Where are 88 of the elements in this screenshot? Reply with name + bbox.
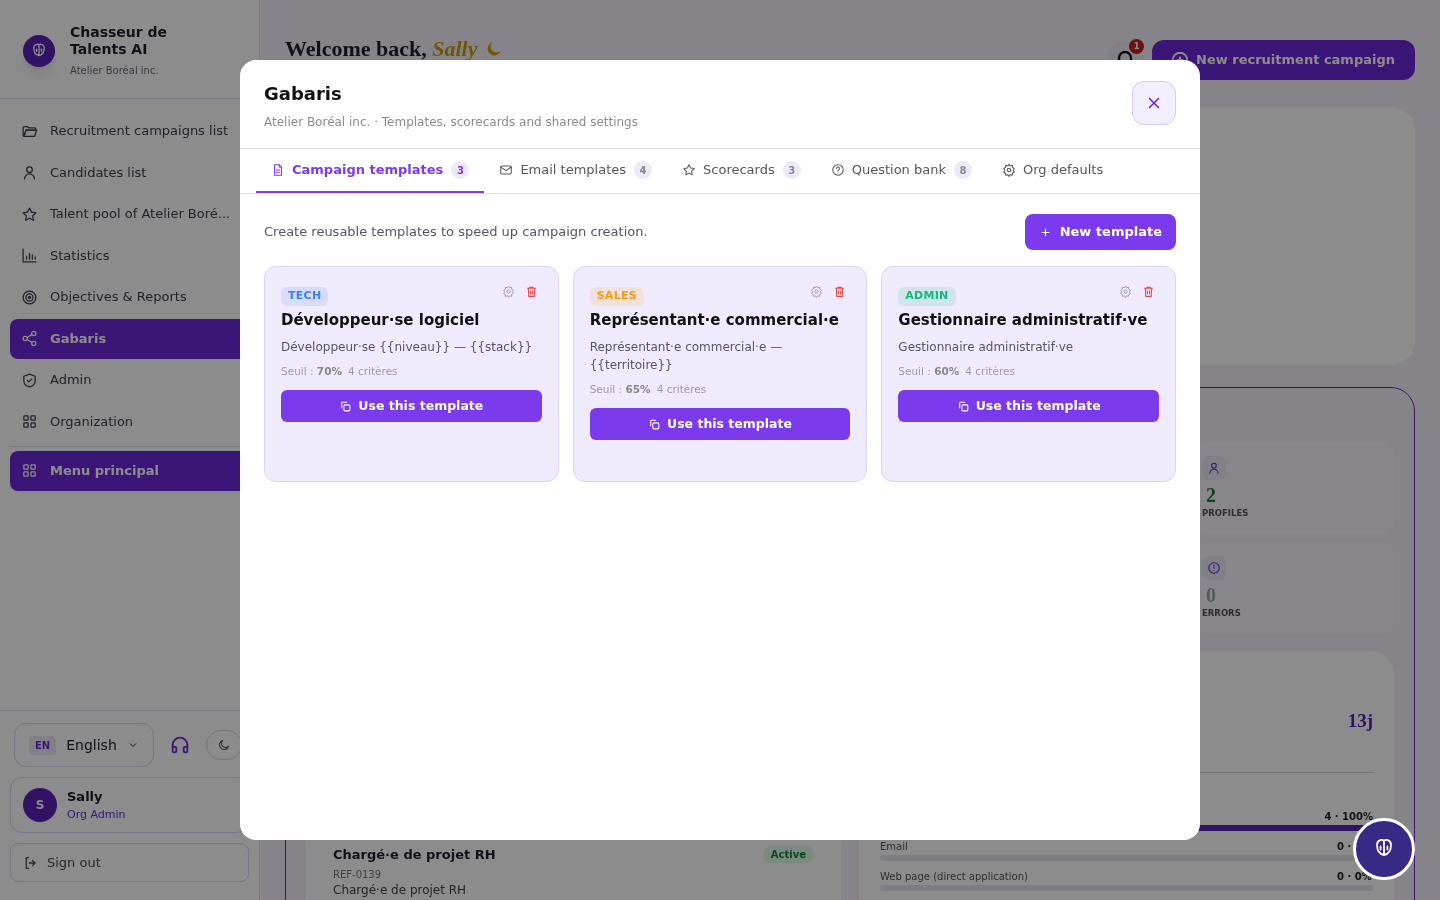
notification-badge: 1: [1129, 39, 1144, 54]
modal-subtitle: Atelier Boréal inc. · Templates, scorecards and shared settings: [264, 114, 638, 131]
campaign-reference: REF-0139: [333, 867, 383, 881]
template-title: Développeur·se logiciel: [281, 309, 481, 331]
document-icon: [271, 163, 285, 177]
nav-item[interactable]: Admin: [10, 360, 249, 400]
user-role: Org Admin: [67, 806, 126, 823]
person-icon: [1207, 461, 1221, 475]
criteria-count: 4 critères: [656, 381, 707, 397]
bell-icon: [1116, 51, 1134, 60]
threshold-text: Seuil : 60%: [898, 363, 960, 379]
channel-label: Web page (direct application): [880, 869, 1028, 882]
user-name: Sally: [67, 788, 104, 806]
tab[interactable]: Campaign templates 3: [256, 149, 485, 193]
copy-icon: [339, 399, 353, 413]
nav-item[interactable]: Organization: [10, 401, 249, 442]
intro-text: Create reusable templates to speed up campaign creation.: [264, 223, 648, 242]
close-button[interactable]: [1132, 81, 1176, 125]
trash-icon[interactable]: [524, 285, 538, 298]
channel-reading: 0 ·: [1337, 839, 1353, 852]
template-title: Gestionnaire administratif·ve: [898, 309, 1149, 331]
new-campaign-button[interactable]: New recruitment campaign: [1152, 40, 1415, 80]
use-template-button[interactable]: Use this template: [589, 408, 851, 441]
nav-item[interactable]: Talent pool of Atelier Boré...: [10, 194, 249, 234]
criteria-count: 4 critères: [965, 363, 1015, 379]
stat-value: 2: [1205, 483, 1216, 507]
category-tag: ADMIN: [898, 287, 956, 306]
mail-icon: [499, 163, 514, 177]
bar-chart-icon: [21, 247, 38, 264]
org-name: Atelier Boréal inc.: [70, 64, 160, 78]
share-icon: [21, 330, 38, 347]
grid-icon: [21, 462, 38, 479]
modal-title: Gabaris: [264, 82, 343, 106]
threshold-text: Seuil : 65%: [589, 381, 651, 397]
copy-icon: [956, 399, 970, 413]
trash-icon[interactable]: [833, 285, 847, 298]
question-icon: [830, 163, 845, 177]
use-template-button[interactable]: Use this template: [898, 390, 1159, 423]
copy-icon: [648, 417, 661, 431]
stat-label: ERRORS: [1202, 607, 1241, 620]
criteria-count: 4 critères: [347, 363, 398, 379]
welcome-heading: Welcome back, Sally: [285, 37, 478, 61]
tab[interactable]: Email templates 4: [484, 149, 668, 193]
target-icon: [21, 288, 38, 306]
campaign-title: Chargé·e de projet RH: [333, 846, 496, 864]
category-tag: TECH: [281, 287, 329, 306]
nav-item[interactable]: Recruitment campaigns list: [10, 111, 249, 151]
moon-icon: [217, 738, 231, 752]
alert-icon: [1207, 561, 1221, 575]
template-description: Développeur·se {{niveau}} — {{stack}}: [281, 338, 534, 356]
tab-count: 4: [634, 161, 653, 179]
template-description: Représentant·e commercial·e — {{territoire}}: [589, 338, 784, 374]
new-template-button[interactable]: New template: [1024, 214, 1176, 250]
template-description: Gestionnaire administratif·ve: [898, 338, 1075, 356]
app-name: Chasseur de Talents AI: [70, 24, 169, 58]
tab[interactable]: Scorecards 3: [667, 149, 816, 193]
status-badge: Active: [762, 846, 814, 864]
tab[interactable]: Question bank 8: [815, 149, 987, 193]
language-select[interactable]: EN English: [14, 723, 154, 767]
grid-icon: [21, 413, 38, 430]
settings-icon[interactable]: [1119, 285, 1132, 298]
threshold-text: Seuil : 70%: [281, 363, 342, 379]
person-icon: [21, 164, 38, 181]
stat-label: PROFILES: [1202, 507, 1249, 520]
settings-icon[interactable]: [501, 285, 515, 298]
nav-item[interactable]: Candidates list: [10, 152, 249, 193]
tab-count: 3: [782, 161, 801, 179]
channel-label: Email: [880, 839, 908, 852]
tab[interactable]: Org defaults: [987, 149, 1119, 193]
shield-icon: [21, 371, 38, 389]
nav-item[interactable]: Statistics: [10, 235, 249, 276]
settings-icon[interactable]: [810, 285, 824, 298]
star-icon: [682, 163, 697, 177]
use-template-button[interactable]: Use this template: [281, 390, 542, 423]
tab-count: 8: [954, 161, 972, 179]
avatar: S: [23, 788, 57, 822]
category-tag: SALES: [589, 287, 644, 306]
campaign-subtitle: Chargé·e de projet RH: [333, 882, 468, 898]
star-icon: [21, 205, 38, 223]
trash-icon[interactable]: [1142, 285, 1155, 298]
delay-value: 13j: [1347, 709, 1373, 733]
tab-count: 3: [451, 161, 470, 179]
settings-icon: [1002, 163, 1016, 177]
headset-icon[interactable]: [169, 734, 191, 756]
sign-out-button[interactable]: Sign out: [10, 843, 249, 882]
template-title: Représentant·e commercial·e: [589, 309, 840, 331]
channel-reading: 4 · 100%: [1324, 809, 1373, 822]
nav-item[interactable]: Objectives & Reports: [10, 277, 249, 317]
